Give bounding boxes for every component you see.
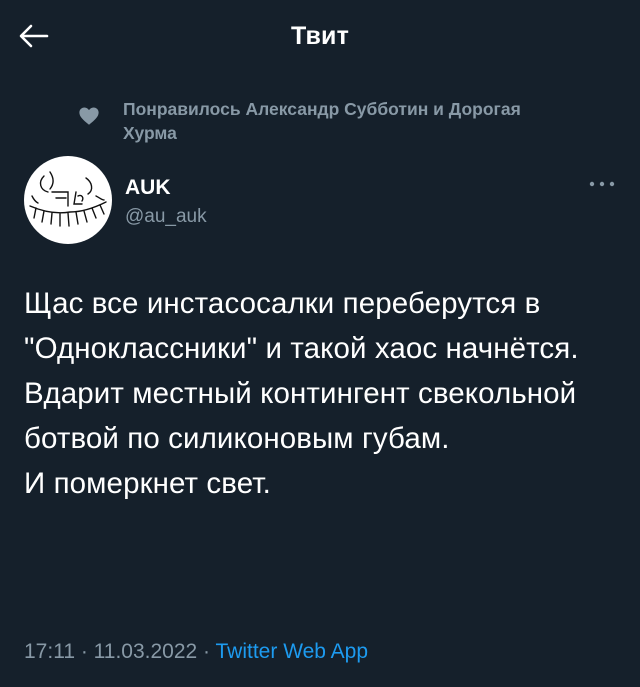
tweet-text: Щас все инстасосалки переберутся в "Одно… <box>24 287 579 500</box>
meta-separator-2: · <box>197 640 216 663</box>
liked-by-text[interactable]: Понравилось Александр Субботин и Дорогая… <box>123 97 543 145</box>
tweet-author: AUK @au_auk <box>24 156 624 246</box>
heart-icon <box>79 107 99 125</box>
tweet-source-link[interactable]: Twitter Web App <box>216 640 369 663</box>
avatar-drawing <box>29 171 107 227</box>
tweet-page: Твит Понравилось Александр Субботин и До… <box>0 0 640 687</box>
tweet-date[interactable]: 11.03.2022 <box>94 640 198 663</box>
tweet-time[interactable]: 17:11 <box>24 640 75 663</box>
meta-separator: · <box>75 640 94 663</box>
top-bar: Твит <box>0 0 640 74</box>
page-title: Твит <box>290 22 350 50</box>
author-name[interactable]: AUK <box>125 176 171 200</box>
avatar[interactable] <box>24 156 112 244</box>
author-handle[interactable]: @au_auk <box>125 206 207 228</box>
tweet-meta: 17:11 · 11.03.2022 · Twitter Web App <box>24 640 368 664</box>
more-dots-icon <box>589 181 615 187</box>
more-options-button[interactable] <box>585 174 619 194</box>
